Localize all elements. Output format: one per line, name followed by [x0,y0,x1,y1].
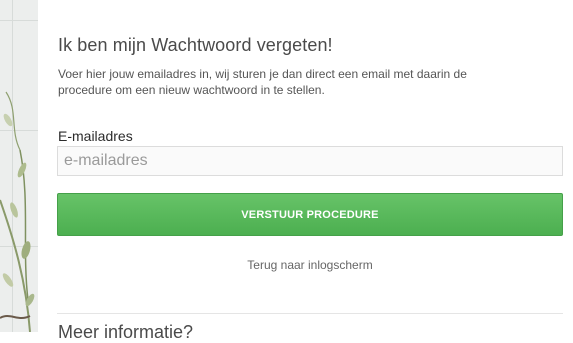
send-procedure-button[interactable]: VERSTUUR PROCEDURE [57,193,563,236]
back-to-login-link[interactable]: Terug naar inlogscherm [57,258,563,272]
page-title: Ik ben mijn Wachtwoord vergeten! [58,35,333,55]
email-field[interactable] [57,146,563,176]
more-info-heading: Meer informatie? [58,322,194,342]
email-label: E-mailadres [58,128,133,144]
plant-illustration-icon [0,91,35,332]
divider [57,313,563,314]
page-description: Voer hier jouw emailadres in, wij sturen… [58,67,467,97]
background-decoration [0,0,38,332]
forgot-password-panel: Ik ben mijn Wachtwoord vergeten! Voer hi… [38,0,573,342]
